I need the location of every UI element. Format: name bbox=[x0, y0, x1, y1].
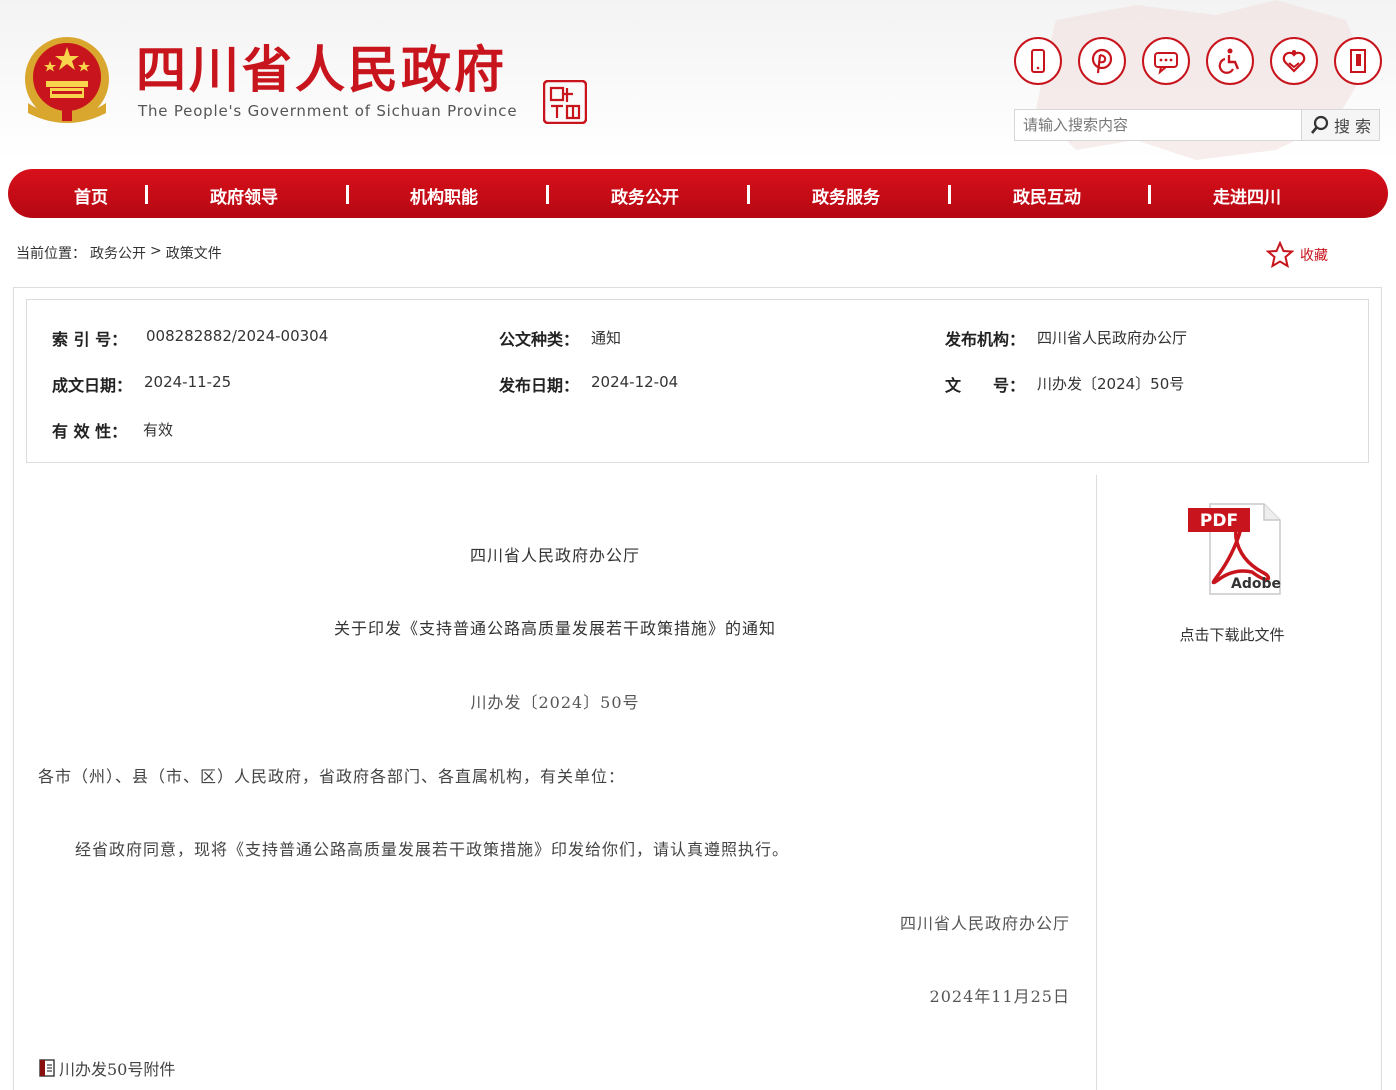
download-file-link[interactable]: 点击下载此文件 bbox=[1110, 624, 1354, 645]
document-issuer: 四川省人民政府办公厅 bbox=[469, 546, 640, 565]
document-file-icon bbox=[39, 1059, 55, 1077]
nav-item-services[interactable]: 政务服务 bbox=[812, 183, 880, 208]
accessibility-icon[interactable] bbox=[1206, 37, 1254, 85]
search-button-label: 搜 索 bbox=[1333, 117, 1372, 136]
nav-separator bbox=[948, 185, 951, 204]
message-icon[interactable] bbox=[1142, 37, 1190, 85]
main-nav: 首页 政府领导 机构职能 政务公开 政务服务 政民互动 走进四川 bbox=[8, 169, 1388, 218]
document-date: 2024年11月25日 bbox=[929, 987, 1070, 1006]
document-salutation: 各市（州）、县（市、区）人民政府，省政府各部门、各直属机构，有关单位： bbox=[38, 767, 626, 786]
national-emblem-icon bbox=[25, 37, 109, 123]
nav-item-gov-affairs[interactable]: 政务公开 bbox=[611, 183, 679, 208]
published-date-label: 发布日期： bbox=[499, 376, 580, 395]
publisher-label: 发布机构： bbox=[945, 330, 1026, 349]
nav-separator bbox=[145, 185, 148, 204]
nav-separator bbox=[747, 185, 750, 204]
publisher-value: 四川省人民政府办公厅 bbox=[1037, 329, 1188, 347]
attachment-label: 川办发50号附件 bbox=[59, 1060, 176, 1079]
exit-icon[interactable] bbox=[1334, 37, 1382, 85]
document-signature: 四川省人民政府办公厅 bbox=[899, 914, 1070, 933]
document-title: 关于印发《支持普通公路高质量发展若干政策措施》的通知 bbox=[333, 619, 776, 638]
written-date-value: 2024-11-25 bbox=[144, 373, 232, 391]
document-body: 经省政府同意，现将《支持普通公路高质量发展若干政策措施》印发给你们，请认真遵照执… bbox=[75, 840, 790, 859]
breadcrumb-prefix: 当前位置： bbox=[16, 246, 86, 262]
favorite-button[interactable]: 收藏 bbox=[1266, 241, 1328, 269]
document-number: 川办发〔2024〕50号 bbox=[470, 693, 640, 712]
nav-item-about-sichuan[interactable]: 走进四川 bbox=[1213, 183, 1281, 208]
index-value: 008282882/2024-00304 bbox=[146, 327, 329, 345]
search-input[interactable] bbox=[1015, 110, 1301, 140]
site-title: 四川省人民政府 bbox=[136, 41, 507, 99]
mobile-icon[interactable] bbox=[1014, 37, 1062, 85]
breadcrumb-link-gov-affairs[interactable]: 政务公开 bbox=[90, 243, 146, 263]
attachment-link[interactable]: 川办发50号附件 bbox=[37, 1056, 175, 1080]
favorite-label: 收藏 bbox=[1300, 248, 1328, 264]
search-icon bbox=[1310, 115, 1329, 134]
weibo-icon[interactable] bbox=[1078, 37, 1126, 85]
validity-label: 有 效 性： bbox=[52, 422, 128, 441]
pdf-download-icon[interactable]: PDF Adobe bbox=[1186, 502, 1282, 596]
type-value: 通知 bbox=[591, 329, 622, 347]
china-sichuan-seal-icon bbox=[543, 80, 587, 124]
nav-item-home[interactable]: 首页 bbox=[74, 183, 108, 208]
search-button[interactable]: 搜 索 bbox=[1301, 110, 1379, 140]
nav-separator bbox=[346, 185, 349, 204]
pdf-badge-text: PDF bbox=[1200, 511, 1238, 531]
sidebar-divider bbox=[1096, 475, 1097, 1090]
site-subtitle: The People's Government of Sichuan Provi… bbox=[138, 102, 518, 120]
nav-separator bbox=[546, 185, 549, 204]
nav-item-leaders[interactable]: 政府领导 bbox=[210, 183, 278, 208]
written-date-label: 成文日期： bbox=[52, 376, 133, 395]
validity-value: 有效 bbox=[143, 421, 174, 439]
care-icon[interactable] bbox=[1270, 37, 1318, 85]
doc-number-label: 文 号： bbox=[945, 376, 1026, 395]
breadcrumb-link-policy-docs[interactable]: 政策文件 bbox=[166, 243, 222, 263]
published-date-value: 2024-12-04 bbox=[591, 373, 679, 391]
document-metadata: 索 引 号： 008282882/2024-00304 公文种类： 通知 发布机… bbox=[26, 299, 1369, 463]
index-label: 索 引 号： bbox=[52, 330, 128, 349]
breadcrumb: 当前位置： 政务公开 > 政策文件 bbox=[16, 243, 222, 263]
nav-separator bbox=[1148, 185, 1151, 204]
nav-item-functions[interactable]: 机构职能 bbox=[410, 183, 478, 208]
nav-item-interaction[interactable]: 政民互动 bbox=[1013, 183, 1081, 208]
breadcrumb-separator: > bbox=[150, 243, 162, 259]
adobe-text: Adobe bbox=[1231, 576, 1281, 592]
star-icon bbox=[1266, 241, 1294, 269]
doc-number-value: 川办发〔2024〕50号 bbox=[1037, 375, 1185, 393]
type-label: 公文种类： bbox=[499, 330, 580, 349]
quick-icons bbox=[1014, 37, 1382, 85]
search-box: 搜 索 bbox=[1014, 109, 1380, 141]
